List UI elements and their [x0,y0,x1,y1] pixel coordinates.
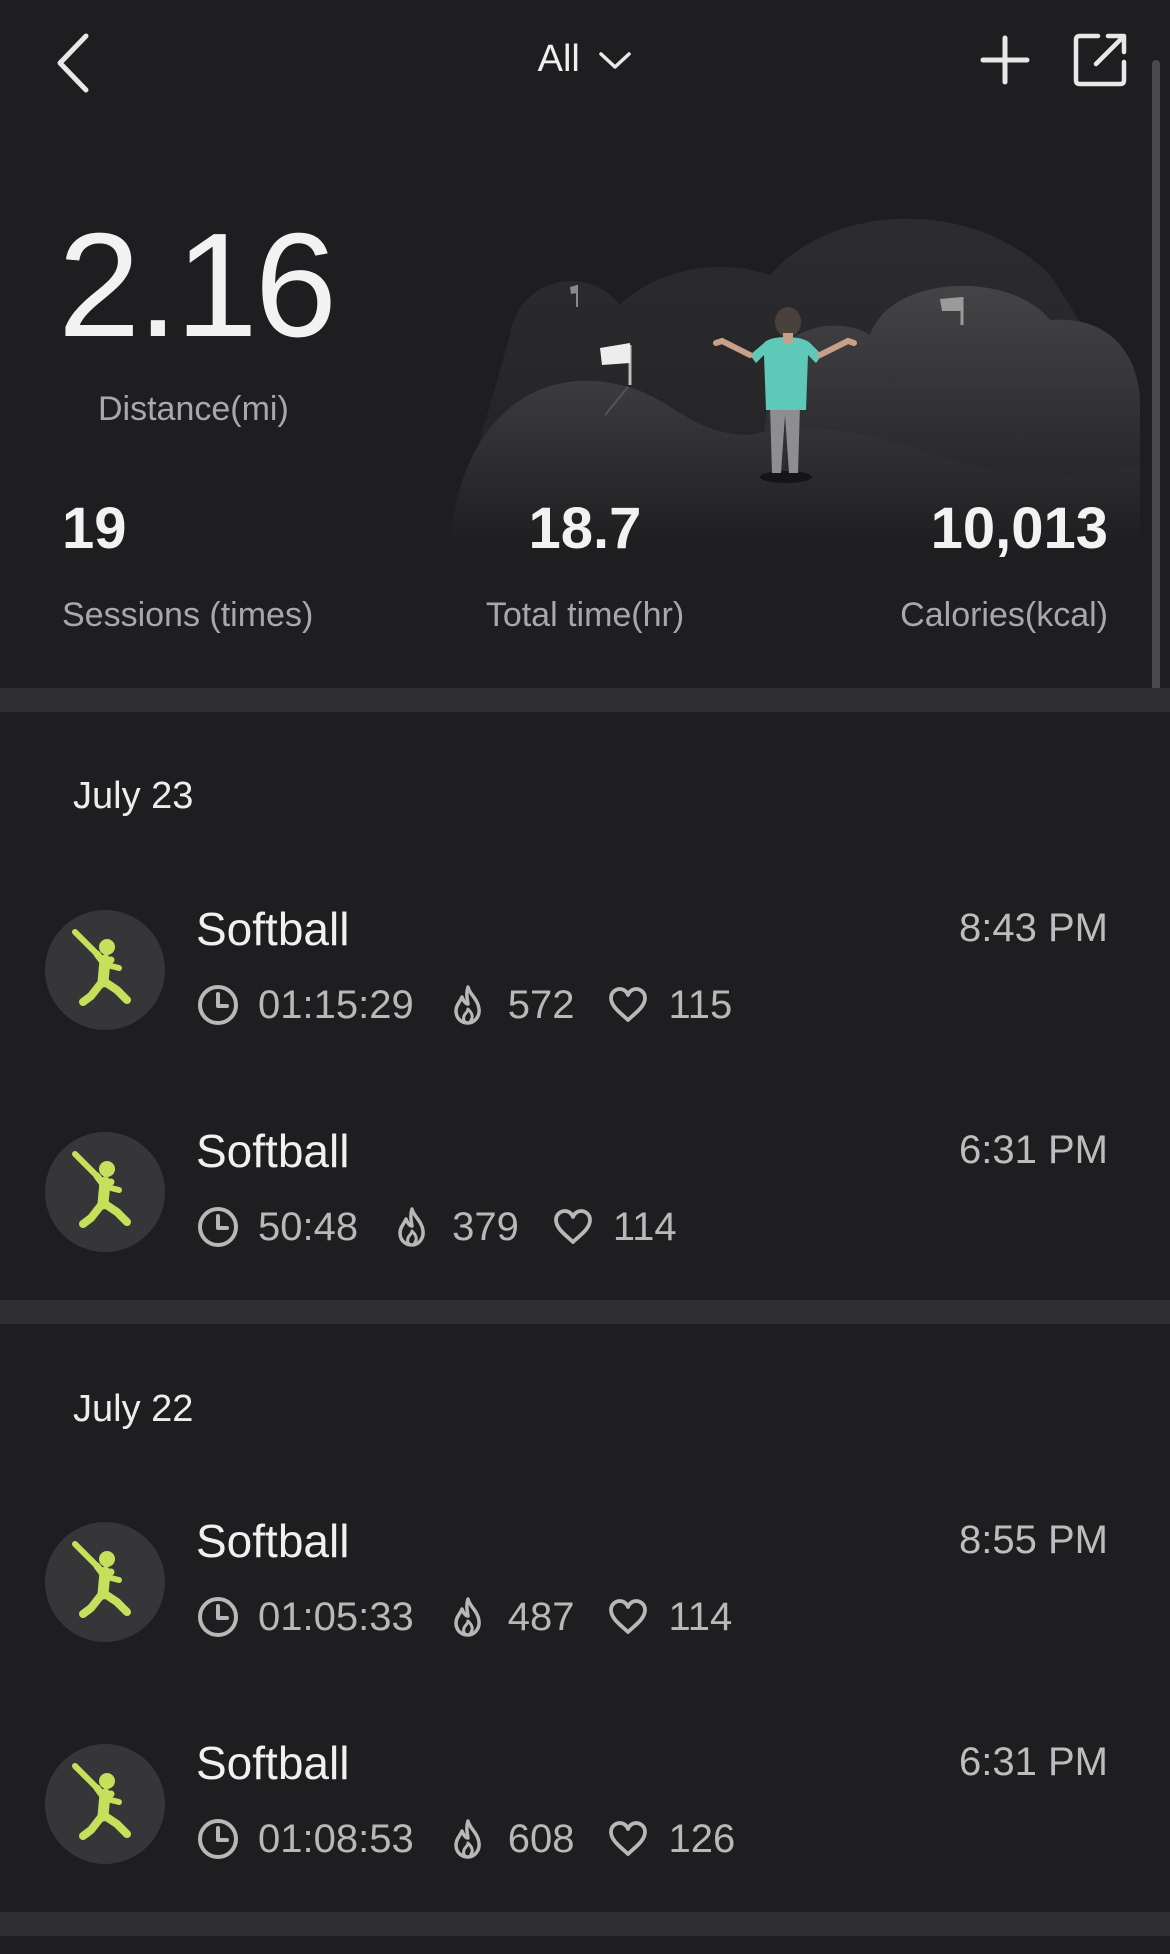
chevron-down-icon [599,52,632,69]
session-duration: 01:05:33 [258,1594,414,1639]
session-title: Softball [196,1515,350,1567]
session-time: 8:43 PM [959,906,1108,950]
section-divider [0,688,1170,712]
clock-icon [196,1817,240,1861]
top-bar: All [0,0,1170,130]
session-time: 6:31 PM [959,1128,1108,1172]
heart-icon [606,983,650,1027]
flame-icon [390,1205,434,1249]
heart-icon [606,1595,650,1639]
calories-stat: 10,013 Calories(kcal) [900,500,1108,635]
sessions-label: Sessions (times) [62,596,314,634]
session-item[interactable]: Softball 6:31 PM 01:08:53 608 126 [0,1736,1150,1886]
session-item[interactable]: Softball 8:55 PM 01:05:33 487 114 [0,1514,1150,1664]
clock-icon [196,1595,240,1639]
total-time-stat: 18.7 Total time(hr) [470,500,700,635]
sessions-stat: 19 Sessions (times) [62,500,313,635]
session-metrics: 01:08:53 608 126 [196,1814,767,1864]
flame-icon [446,1595,490,1639]
calories-value: 10,013 [930,496,1108,561]
heart-icon [551,1205,595,1249]
plus-icon [980,35,1030,85]
softball-player-icon [45,1522,165,1642]
heart-icon [606,1817,650,1861]
session-title: Softball [196,1737,350,1789]
share-icon [1073,33,1127,87]
session-duration: 01:15:29 [258,982,414,1027]
clock-icon [196,983,240,1027]
session-duration: 50:48 [258,1204,359,1249]
add-workout-button[interactable] [975,30,1035,90]
session-heart-rate: 114 [668,1594,733,1639]
session-item[interactable]: Softball 8:43 PM 01:15:29 572 115 [0,902,1150,1052]
clock-icon [196,1205,240,1249]
session-duration: 01:08:53 [258,1816,414,1861]
total-time-label: Total time(hr) [485,596,685,634]
flame-icon [446,1817,490,1861]
summary-panel: 2.16 Distance(mi) 19 Sessions (times) 18… [0,130,1170,688]
activity-avatar [45,1744,165,1864]
session-metrics: 01:05:33 487 114 [196,1592,764,1642]
day-header: July 23 [73,775,194,817]
session-title: Softball [196,903,350,955]
flame-icon [446,983,490,1027]
session-heart-rate: 114 [612,1204,677,1249]
day-header: July 22 [73,1388,194,1430]
distance-label: Distance(mi) [98,390,289,428]
session-metrics: 01:15:29 572 115 [196,980,764,1030]
session-calories: 572 [507,982,575,1027]
share-button[interactable] [1070,30,1130,90]
section-divider [0,1300,1170,1324]
activity-avatar [45,1132,165,1252]
session-item[interactable]: Softball 6:31 PM 50:48 379 114 [0,1124,1150,1274]
softball-player-icon [45,1744,165,1864]
total-time-value: 18.7 [528,496,642,561]
activity-avatar [45,910,165,1030]
distance-value: 2.16 [58,203,337,368]
session-time: 8:55 PM [959,1518,1108,1562]
filter-label: All [537,38,580,80]
softball-player-icon [45,1132,165,1252]
sessions-value: 19 [62,496,127,561]
activity-avatar [45,1522,165,1642]
session-calories: 379 [452,1204,519,1249]
session-heart-rate: 126 [668,1816,736,1861]
softball-player-icon [45,910,165,1030]
section-divider [0,1912,1170,1936]
session-calories: 608 [507,1816,575,1861]
calories-label: Calories(kcal) [900,596,1108,634]
session-calories: 487 [507,1594,575,1639]
session-time: 6:31 PM [959,1740,1108,1784]
session-title: Softball [196,1125,350,1177]
session-heart-rate: 115 [668,982,733,1027]
session-metrics: 50:48 379 114 [196,1202,709,1252]
